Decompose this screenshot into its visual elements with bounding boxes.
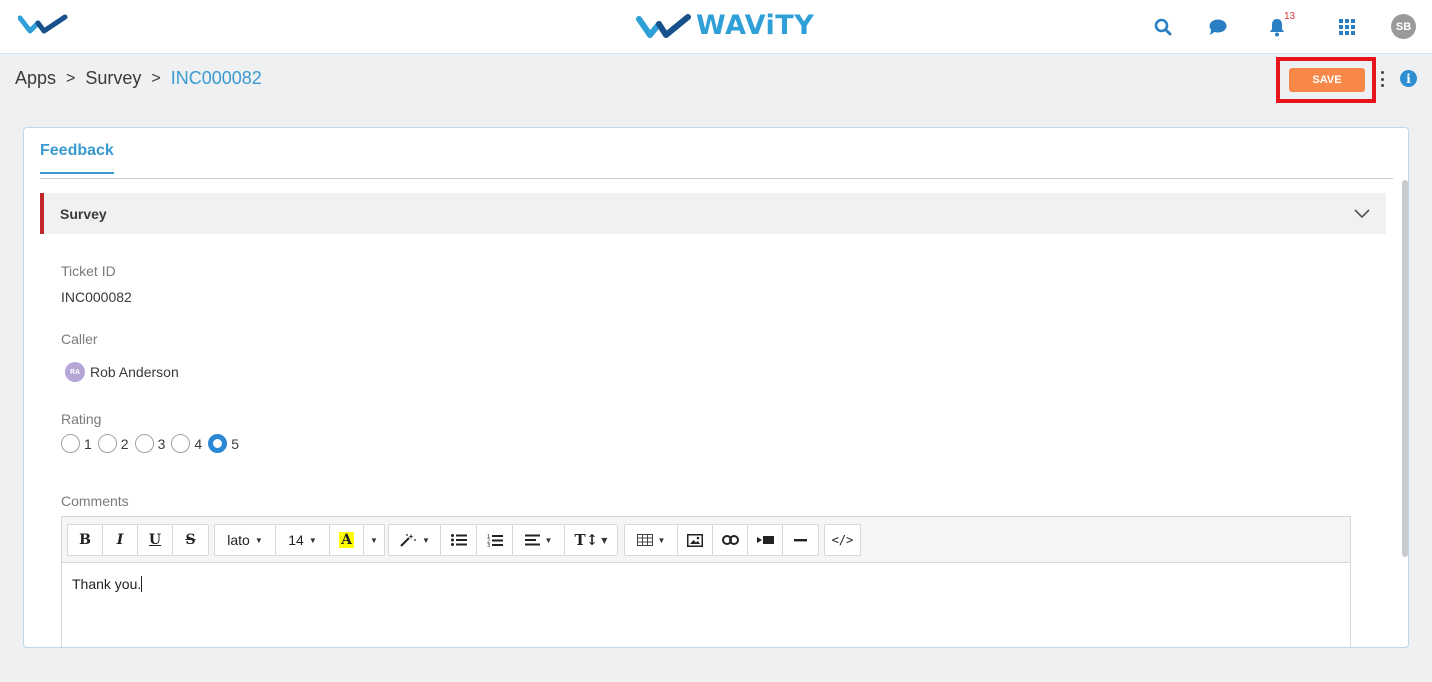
link-icon[interactable] xyxy=(713,525,748,555)
font-group: lato ▼ 14 ▼ A ▼ xyxy=(214,524,385,556)
font-size-dropdown[interactable]: 14 ▼ xyxy=(276,525,330,555)
breadcrumb-separator: > xyxy=(151,69,161,87)
italic-button[interactable]: I xyxy=(103,525,138,555)
rating-label: Rating xyxy=(61,411,102,427)
style-group: B I U S xyxy=(67,524,209,556)
rating-option-3[interactable]: 3 xyxy=(134,434,165,453)
editor-toolbar: B I U S lato ▼ 14 ▼ A ▼ ▼ 123 ▼ T↕ ▼ ▼ <… xyxy=(62,517,1350,563)
notification-count: 13 xyxy=(1284,11,1296,22)
bullet-list-icon[interactable] xyxy=(441,525,477,555)
chevron-down-icon[interactable] xyxy=(1354,208,1370,219)
breadcrumb-survey[interactable]: Survey xyxy=(85,68,141,89)
radio-button[interactable] xyxy=(134,434,154,453)
highlight-color-button[interactable]: A xyxy=(330,525,364,555)
svg-text:3: 3 xyxy=(487,543,490,547)
magic-wand-icon[interactable]: ▼ xyxy=(389,525,441,555)
chat-icon[interactable] xyxy=(1207,16,1229,38)
wavity-logo-icon[interactable] xyxy=(18,14,70,36)
breadcrumb: Apps > Survey > INC000082 xyxy=(15,68,262,89)
strikethrough-button[interactable]: S xyxy=(173,525,208,555)
radio-button-selected[interactable] xyxy=(208,434,228,453)
rating-group: 1 2 3 4 5 xyxy=(61,434,245,453)
feedback-card: Feedback Survey Ticket ID INC000082 Call… xyxy=(23,127,1409,648)
breadcrumb-separator: > xyxy=(66,69,76,87)
caller-value[interactable]: RA Rob Anderson xyxy=(65,362,179,382)
font-family-dropdown[interactable]: lato ▼ xyxy=(215,525,276,555)
comments-text-area[interactable]: Thank you. xyxy=(62,564,1350,647)
text-cursor xyxy=(141,576,143,592)
align-dropdown-icon[interactable]: ▼ xyxy=(513,525,565,555)
horizontal-rule-icon[interactable] xyxy=(783,525,818,555)
app-grid-icon[interactable] xyxy=(1336,16,1358,38)
rating-option-4[interactable]: 4 xyxy=(171,434,202,453)
caller-name: Rob Anderson xyxy=(90,364,179,380)
radio-button[interactable] xyxy=(171,434,191,453)
more-options-icon[interactable] xyxy=(1378,70,1386,88)
rating-option-2[interactable]: 2 xyxy=(97,434,129,453)
table-dropdown-icon[interactable]: ▼ xyxy=(625,525,678,555)
tab-feedback[interactable]: Feedback xyxy=(40,142,114,174)
bold-button[interactable]: B xyxy=(68,525,103,555)
image-icon[interactable] xyxy=(678,525,713,555)
breadcrumb-apps[interactable]: Apps xyxy=(15,68,56,89)
section-title: Survey xyxy=(60,205,107,222)
comments-label: Comments xyxy=(61,493,129,509)
code-view-icon[interactable]: </> xyxy=(825,525,860,555)
save-button[interactable]: SAVE xyxy=(1289,68,1365,92)
top-bar: WAViTY 13 SB xyxy=(0,0,1432,54)
rating-option-1[interactable]: 1 xyxy=(61,434,92,453)
ticket-id-label: Ticket ID xyxy=(61,263,116,279)
breadcrumb-current: INC000082 xyxy=(170,68,262,88)
code-group: </> xyxy=(824,524,861,556)
underline-button[interactable]: U xyxy=(138,525,173,555)
wavity-mark-icon xyxy=(636,13,691,38)
info-icon[interactable]: i xyxy=(1400,70,1417,87)
video-icon[interactable] xyxy=(748,525,783,555)
color-dropdown-caret[interactable]: ▼ xyxy=(364,525,384,555)
user-avatar[interactable]: SB xyxy=(1391,14,1416,39)
radio-button[interactable] xyxy=(97,434,117,453)
comments-text: Thank you. xyxy=(72,576,142,592)
survey-section-header[interactable]: Survey xyxy=(40,193,1386,234)
ticket-id-value: INC000082 xyxy=(61,289,132,305)
comments-editor: B I U S lato ▼ 14 ▼ A ▼ ▼ 123 ▼ T↕ ▼ ▼ <… xyxy=(61,516,1351,647)
radio-button[interactable] xyxy=(61,434,80,453)
rating-option-5[interactable]: 5 xyxy=(208,434,239,453)
search-icon[interactable] xyxy=(1152,16,1174,38)
format-group: ▼ 123 ▼ T↕ ▼ xyxy=(388,524,618,556)
caller-avatar: RA xyxy=(65,362,85,382)
brand-logo[interactable]: WAViTY xyxy=(636,10,814,41)
insert-group: ▼ xyxy=(624,524,819,556)
numbered-list-icon[interactable]: 123 xyxy=(477,525,513,555)
tab-bar: Feedback xyxy=(40,128,1393,179)
brand-name: WAViTY xyxy=(696,10,815,41)
line-height-dropdown-icon[interactable]: T↕ ▼ xyxy=(565,525,617,555)
caller-label: Caller xyxy=(61,331,98,347)
scrollbar[interactable] xyxy=(1402,180,1408,557)
